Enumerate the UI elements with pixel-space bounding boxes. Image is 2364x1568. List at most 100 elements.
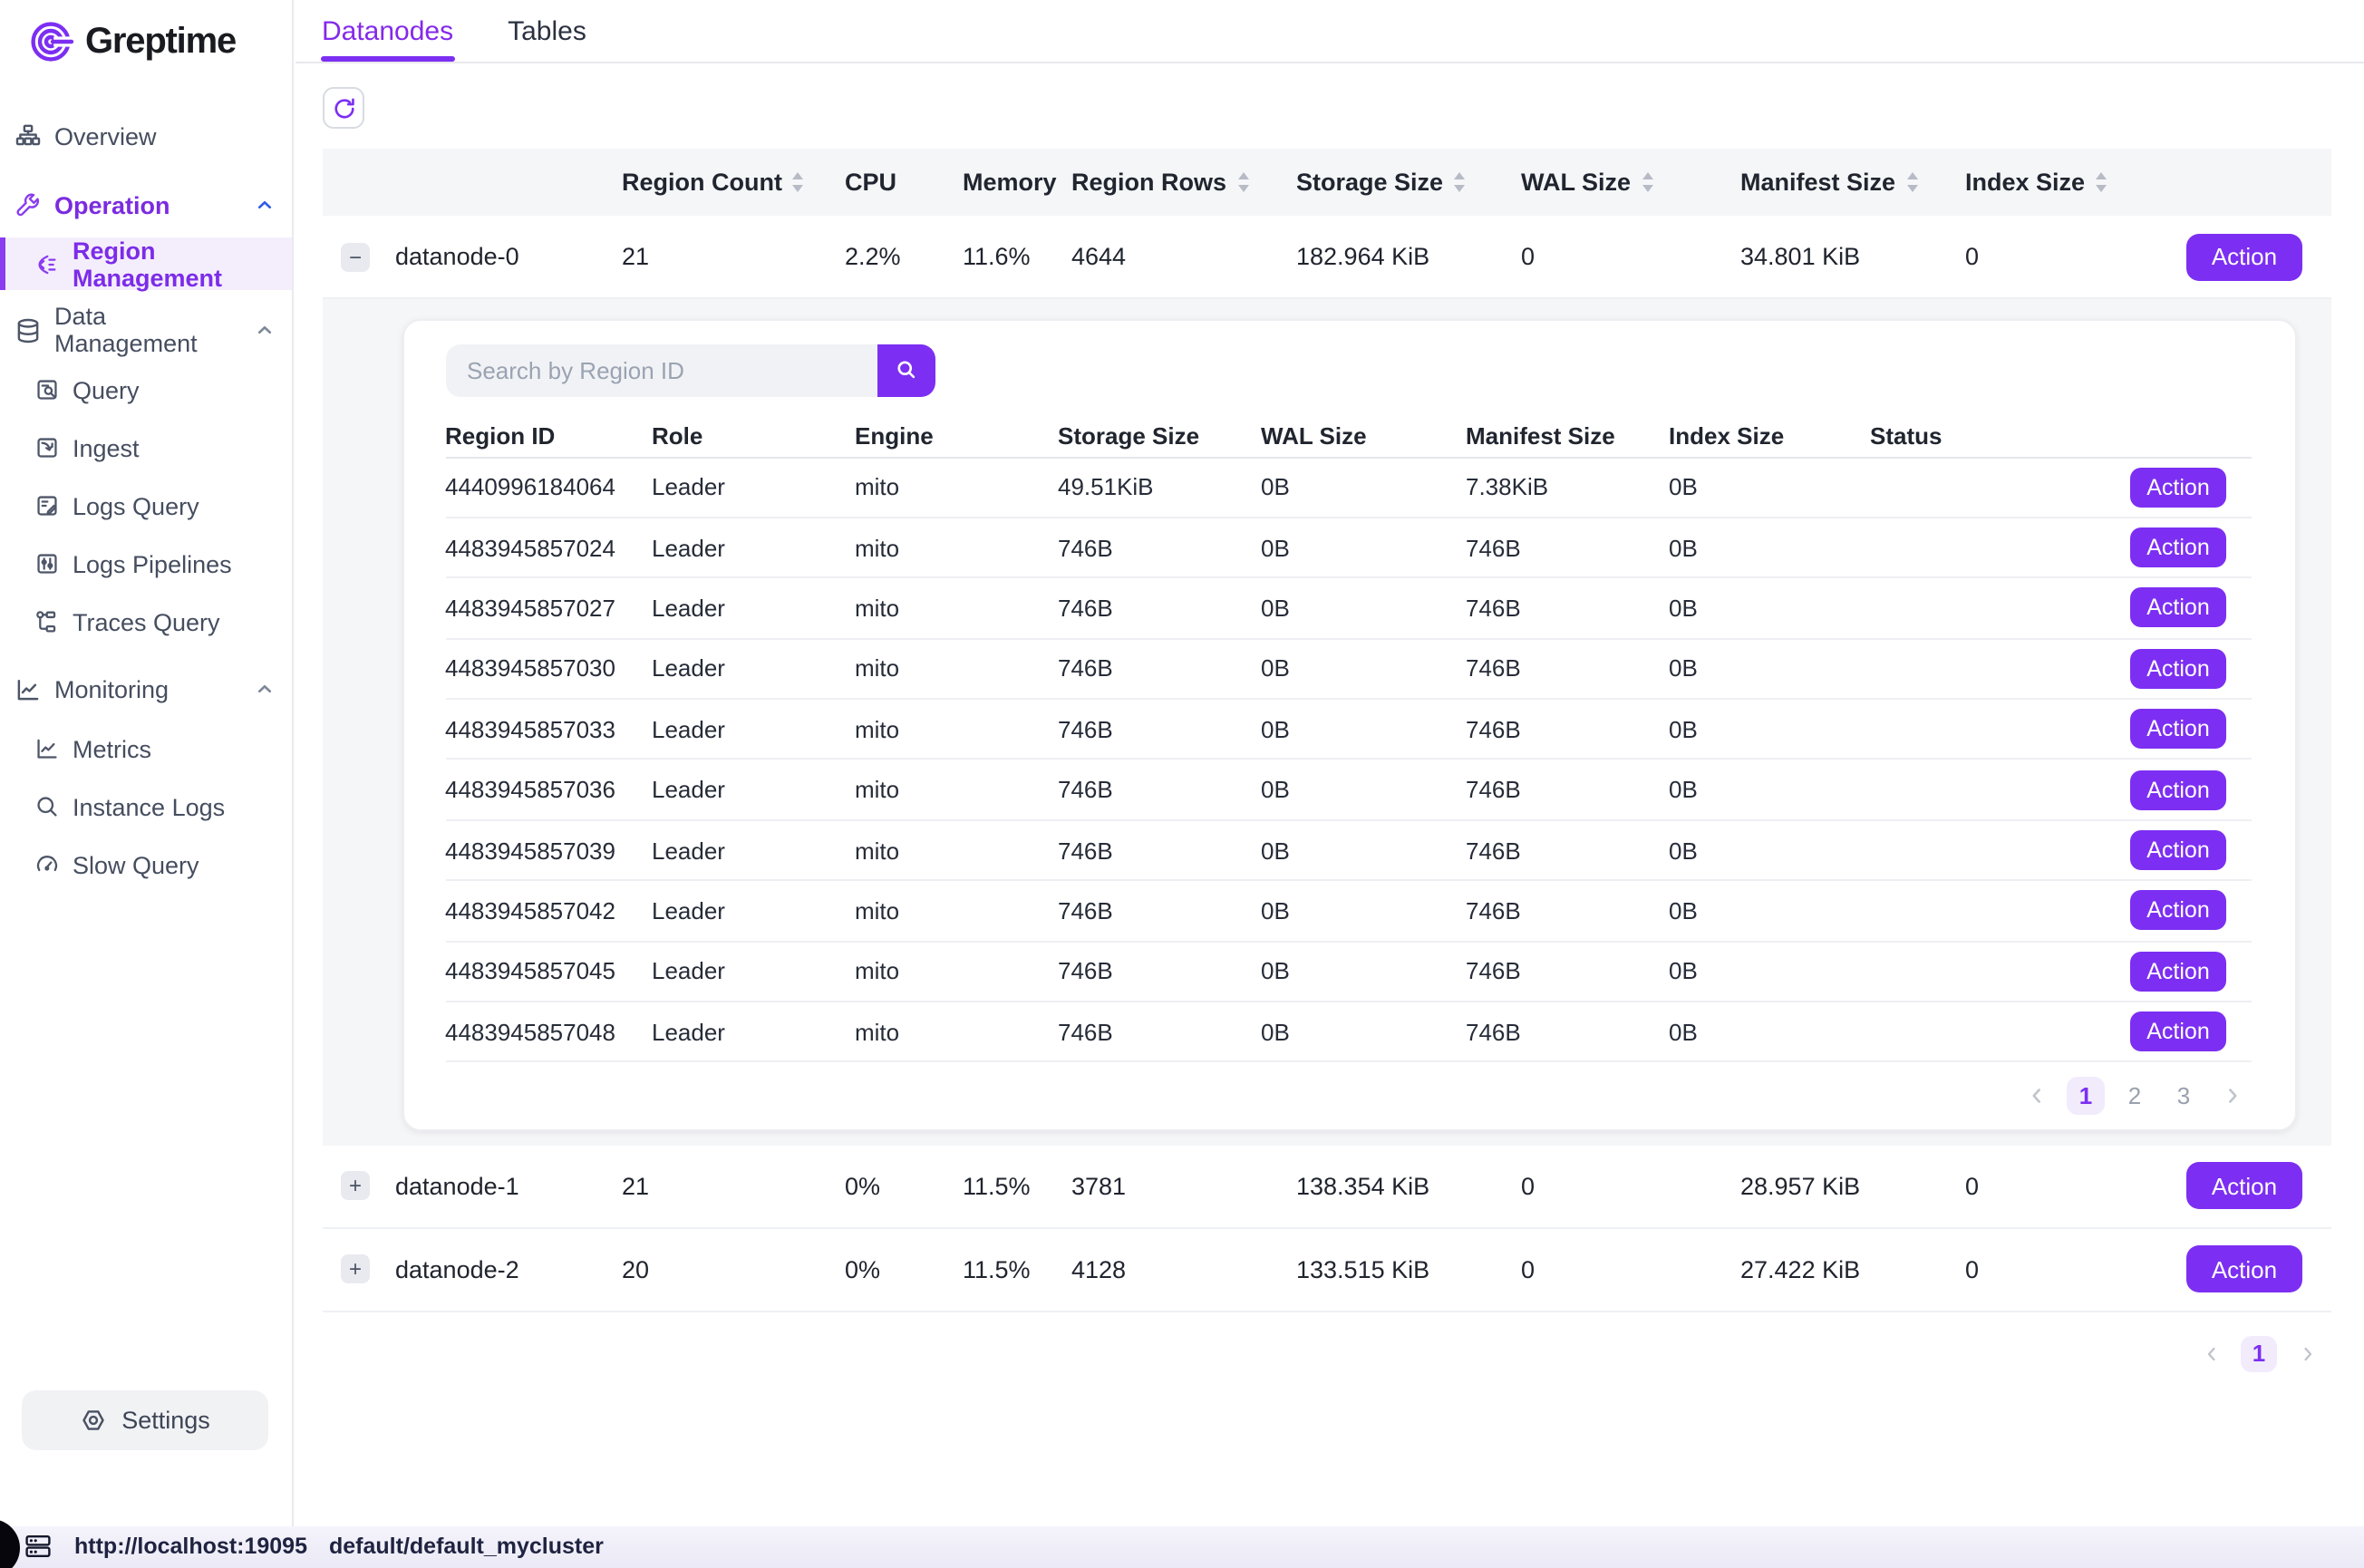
chevron-up-icon[interactable] [253,194,275,216]
cell-region-id: 4483945857030 [445,655,652,682]
region-search-input[interactable] [445,344,877,396]
cell-wal-size: 0B [1261,776,1466,803]
page-1[interactable]: 1 [2067,1078,2105,1116]
cell-cpu: 0% [845,1255,963,1282]
region-action-button[interactable]: Action [2130,1011,2226,1051]
cell-storage-size: 746B [1058,534,1261,561]
cell-role: Leader [652,837,855,864]
region-action-button[interactable]: Action [2130,891,2226,931]
datanodes-pagination: 1 [323,1335,2331,1371]
metrics-icon [34,736,60,761]
previous-page-icon[interactable] [2018,1085,2056,1108]
tab-datanodes[interactable]: Datanodes [322,18,453,62]
sidebar-item-metrics[interactable]: Metrics [0,721,291,776]
connection-url[interactable]: http://localhost:19095 [74,1534,307,1560]
sidebar-item-slow-query[interactable]: Slow Query [0,837,291,892]
cell-wal-size: 0B [1261,534,1466,561]
next-page-icon[interactable] [2288,1342,2326,1364]
region-action-button[interactable]: Action [2130,769,2226,809]
cell-engine: mito [855,473,1058,500]
datanode-action-button[interactable]: Action [2186,1162,2302,1209]
region-action-button[interactable]: Action [2130,649,2226,689]
region-table-header: Region ID Role Engine Storage Size WAL S… [445,414,2252,458]
sort-icon[interactable] [793,173,804,192]
region-row: 4483945857036 Leader mito 746B 0B 746B 0… [445,760,2252,821]
region-action-button[interactable]: Action [2130,830,2226,870]
region-action-button[interactable]: Action [2130,952,2226,992]
datanode-action-button[interactable]: Action [2186,233,2302,280]
greptime-logo-icon [27,18,74,65]
sort-icon[interactable] [2096,173,2107,192]
expand-row-button[interactable]: + [341,1171,370,1200]
settings-button[interactable]: Settings [22,1389,268,1449]
page-3[interactable]: 3 [2165,1083,2203,1110]
region-action-button[interactable]: Action [2130,467,2226,507]
sort-icon[interactable] [1906,173,1917,192]
cell-index-size: 0B [1669,837,1870,864]
region-pagination: 1 2 3 [445,1063,2252,1130]
sidebar-item-traces-query[interactable]: Traces Query [0,595,291,649]
sidebar-label: Region Management [73,237,291,291]
sidebar-group-monitoring[interactable]: Monitoring [0,658,291,720]
sidebar-item-overview[interactable]: Overview [0,105,291,167]
sidebar-label: Traces Query [73,608,220,635]
gear-icon [80,1406,107,1433]
cell-region-id: 4483945857027 [445,595,652,622]
search-button[interactable] [877,344,935,396]
cell-index-size: 0B [1669,473,1870,500]
sidebar-item-logs-query[interactable]: Logs Query [0,479,291,533]
datanode-action-button[interactable]: Action [2186,1245,2302,1292]
sidebar-item-query[interactable]: Query [0,363,291,417]
chevron-up-icon[interactable] [253,678,275,700]
sidebar-label: Metrics [73,735,151,762]
cell-storage-size: 746B [1058,595,1261,622]
sidebar-label: Overview [54,122,157,150]
cluster-name[interactable]: default/default_mycluster [329,1534,604,1560]
sidebar-label: Ingest [73,434,140,461]
cell-cpu: 0% [845,1172,963,1199]
sort-icon[interactable] [1237,173,1248,192]
column-cpu: CPU [845,169,896,196]
expand-row-button[interactable]: + [341,1254,370,1283]
logs-pipelines-icon [34,551,60,576]
column-wal-size: WAL Size [1521,169,1631,196]
cell-region-count: 20 [622,1255,845,1282]
region-row: 4483945857033 Leader mito 746B 0B 746B 0… [445,700,2252,760]
refresh-button[interactable] [323,87,364,129]
previous-page-icon[interactable] [2192,1342,2230,1364]
cell-region-id: 4483945857048 [445,1018,652,1045]
page-1[interactable]: 1 [2241,1335,2277,1371]
cell-storage-size: 746B [1058,1018,1261,1045]
cell-role: Leader [652,473,855,500]
chevron-up-icon[interactable] [253,319,275,341]
region-action-button[interactable]: Action [2130,710,2226,750]
cell-region-rows: 3781 [1071,1172,1296,1199]
region-action-button[interactable]: Action [2130,588,2226,628]
sidebar-item-logs-pipelines[interactable]: Logs Pipelines [0,537,291,591]
tab-tables[interactable]: Tables [508,18,586,62]
cell-storage-size: 746B [1058,716,1261,743]
app-window: Greptime Overview Operation [0,0,2364,1568]
cell-cpu: 2.2% [845,243,963,270]
next-page-icon[interactable] [2214,1085,2252,1108]
sort-icon[interactable] [1642,173,1652,192]
cell-index-size: 0B [1669,1018,1870,1045]
corner-widget[interactable] [0,1518,20,1568]
cell-role: Leader [652,716,855,743]
datanode-name: datanode-2 [395,1255,622,1282]
cell-manifest-size: 746B [1466,655,1669,682]
datanode-row: + datanode-1 21 0% 11.5% 3781 138.354 Ki… [323,1145,2331,1228]
sidebar-item-ingest[interactable]: Ingest [0,421,291,475]
sidebar-group-operation[interactable]: Operation [0,174,291,236]
collapse-row-button[interactable]: − [341,242,370,271]
sidebar-group-data-management[interactable]: Data Management [0,299,291,361]
region-row: 4440996184064 Leader mito 49.51KiB 0B 7.… [445,458,2252,518]
region-action-button[interactable]: Action [2130,528,2226,567]
sidebar-item-region-management[interactable]: Region Management [0,237,291,290]
sort-icon[interactable] [1454,173,1465,192]
sidebar-item-instance-logs[interactable]: Instance Logs [0,779,291,834]
datanode-row: + datanode-2 20 0% 11.5% 4128 133.515 Ki… [323,1228,2331,1312]
page-2[interactable]: 2 [2116,1083,2154,1110]
cell-role: Leader [652,655,855,682]
sidebar: Greptime Overview Operation [0,0,293,1525]
